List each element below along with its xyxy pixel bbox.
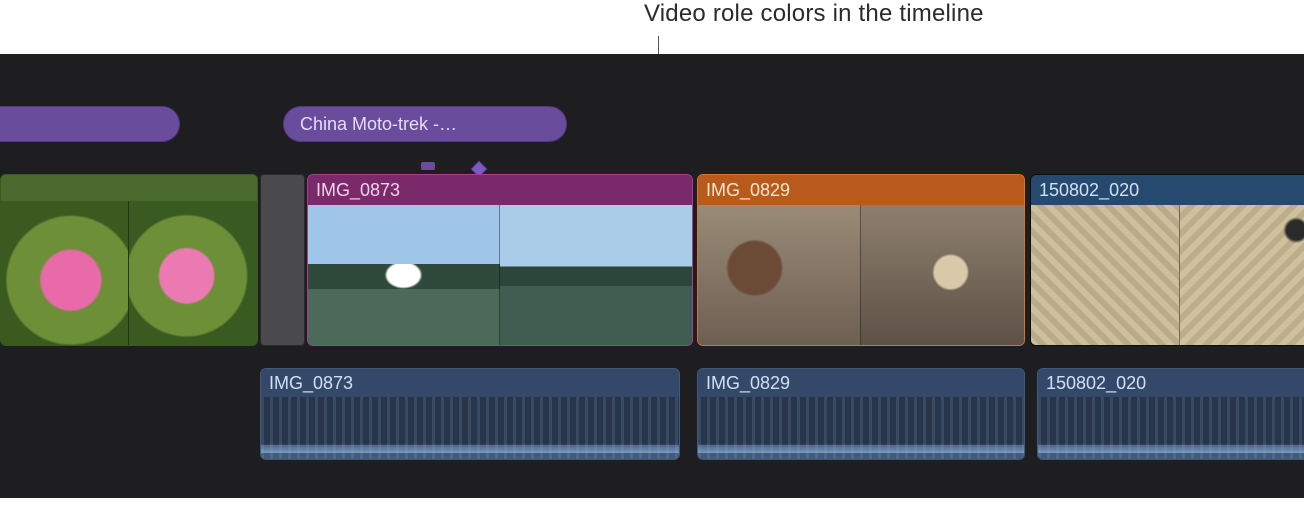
audio-role-bar: 150802_020	[1038, 369, 1304, 397]
audio-clip[interactable]: IMG_0873	[260, 368, 680, 460]
clip-name: IMG_0873	[316, 180, 400, 201]
clip-name: IMG_0829	[706, 180, 790, 201]
audio-role-bar: IMG_0829	[698, 369, 1024, 397]
clip-role-bar: IMG_0873	[308, 175, 692, 205]
gap-clip[interactable]	[260, 174, 305, 346]
title-clip[interactable]	[0, 106, 180, 142]
audio-waveform	[1038, 397, 1304, 459]
video-clip[interactable]: IMG_0829	[697, 174, 1025, 346]
video-clip[interactable]: 150802_020	[1030, 174, 1304, 346]
audio-clip-name: IMG_0829	[706, 373, 790, 394]
clip-thumbnail	[698, 205, 1024, 345]
clip-role-bar: IMG_0829	[698, 175, 1024, 205]
clip-thumbnail	[1, 175, 257, 345]
audio-clip-name: 150802_020	[1046, 373, 1146, 394]
audio-clip[interactable]: 150802_020	[1037, 368, 1304, 460]
clip-role-bar: 150802_020	[1031, 175, 1304, 205]
audio-clip-name: IMG_0873	[269, 373, 353, 394]
audio-role-bar: IMG_0873	[261, 369, 679, 397]
audio-clip[interactable]: IMG_0829	[697, 368, 1025, 460]
title-clip[interactable]: China Moto-trek -…	[283, 106, 567, 142]
video-clip[interactable]: IMG_0873	[307, 174, 693, 346]
clip-thumbnail	[308, 205, 692, 345]
audio-waveform	[698, 397, 1024, 459]
video-clip[interactable]	[0, 174, 258, 346]
clip-name: 150802_020	[1039, 180, 1139, 201]
annotation-label: Video role colors in the timeline	[644, 0, 984, 28]
connection-indicator	[421, 162, 435, 170]
timeline[interactable]: China Moto-trek -… IMG_0873 IMG_0829	[0, 54, 1304, 498]
title-clip-label: China Moto-trek -…	[300, 114, 457, 135]
clip-thumbnail	[1031, 205, 1304, 345]
audio-waveform	[261, 397, 679, 459]
